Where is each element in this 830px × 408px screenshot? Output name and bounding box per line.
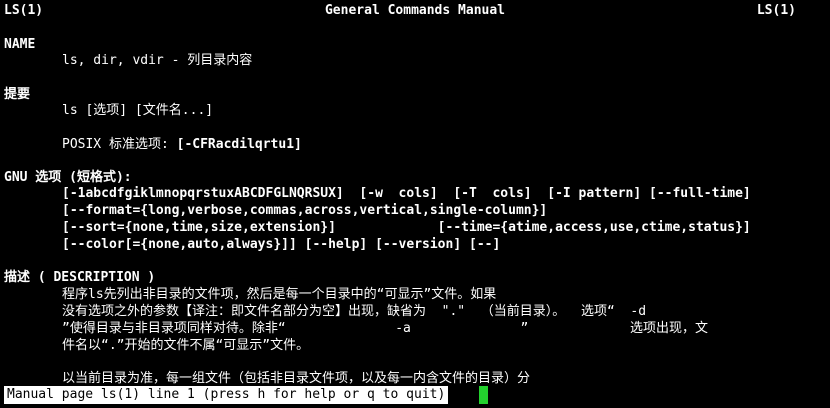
posix-label: POSIX 标准选项: [62,137,177,152]
gnu-options-line: [--sort={none,time,size,extension}] [--t… [62,220,751,235]
synopsis-usage: ls [选项] [文件名...] [62,103,214,118]
description-line: 件名以“.”开始的文件不属“可显示”文件。 [62,338,310,353]
name-text: ls, dir, vdir - 列目录内容 [62,53,253,68]
header-right-title: LS(1) [756,3,796,18]
section-heading-synopsis: 提要 [4,87,31,102]
gnu-options-line: [--color[={none,auto,always}]] [--help] … [62,237,501,252]
posix-options-line: POSIX 标准选项: [-CFRacdilqrtu1] [62,137,302,153]
header-center-title: General Commands Manual [324,3,505,18]
terminal-cursor[interactable] [479,386,488,404]
section-heading-description: 描述 ( DESCRIPTION ) [4,270,156,285]
gnu-options-line: [-1abcdfgiklmnopqrstuxABCDFGLNQRSUX] [-w… [62,186,751,201]
description-line: 以当前目录为准，每一组文件（包括非目录文件项，以及每一内含文件的目录）分 [62,371,531,386]
pager-status-bar: Manual page ls(1) line 1 (press h for he… [4,386,449,404]
posix-options: [-CFRacdilqrtu1] [176,137,302,152]
section-heading-gnu: GNU 选项 (短格式): [4,170,132,185]
gnu-options-line: [--format={long,verbose,commas,across,ve… [62,203,548,218]
description-line: 程序ls先列出非目录的文件项，然后是每一个目录中的“可显示”文件。如果 [62,287,497,302]
section-heading-name: NAME [4,37,36,52]
description-line: ”使得目录与非目录项同样对待。除非“ -a ” 选项出现，文 [62,321,709,336]
description-line: 没有选项之外的参数【译注：即文件名部分为空】出现，缺省为 "." （当前目录）。… [62,304,647,319]
